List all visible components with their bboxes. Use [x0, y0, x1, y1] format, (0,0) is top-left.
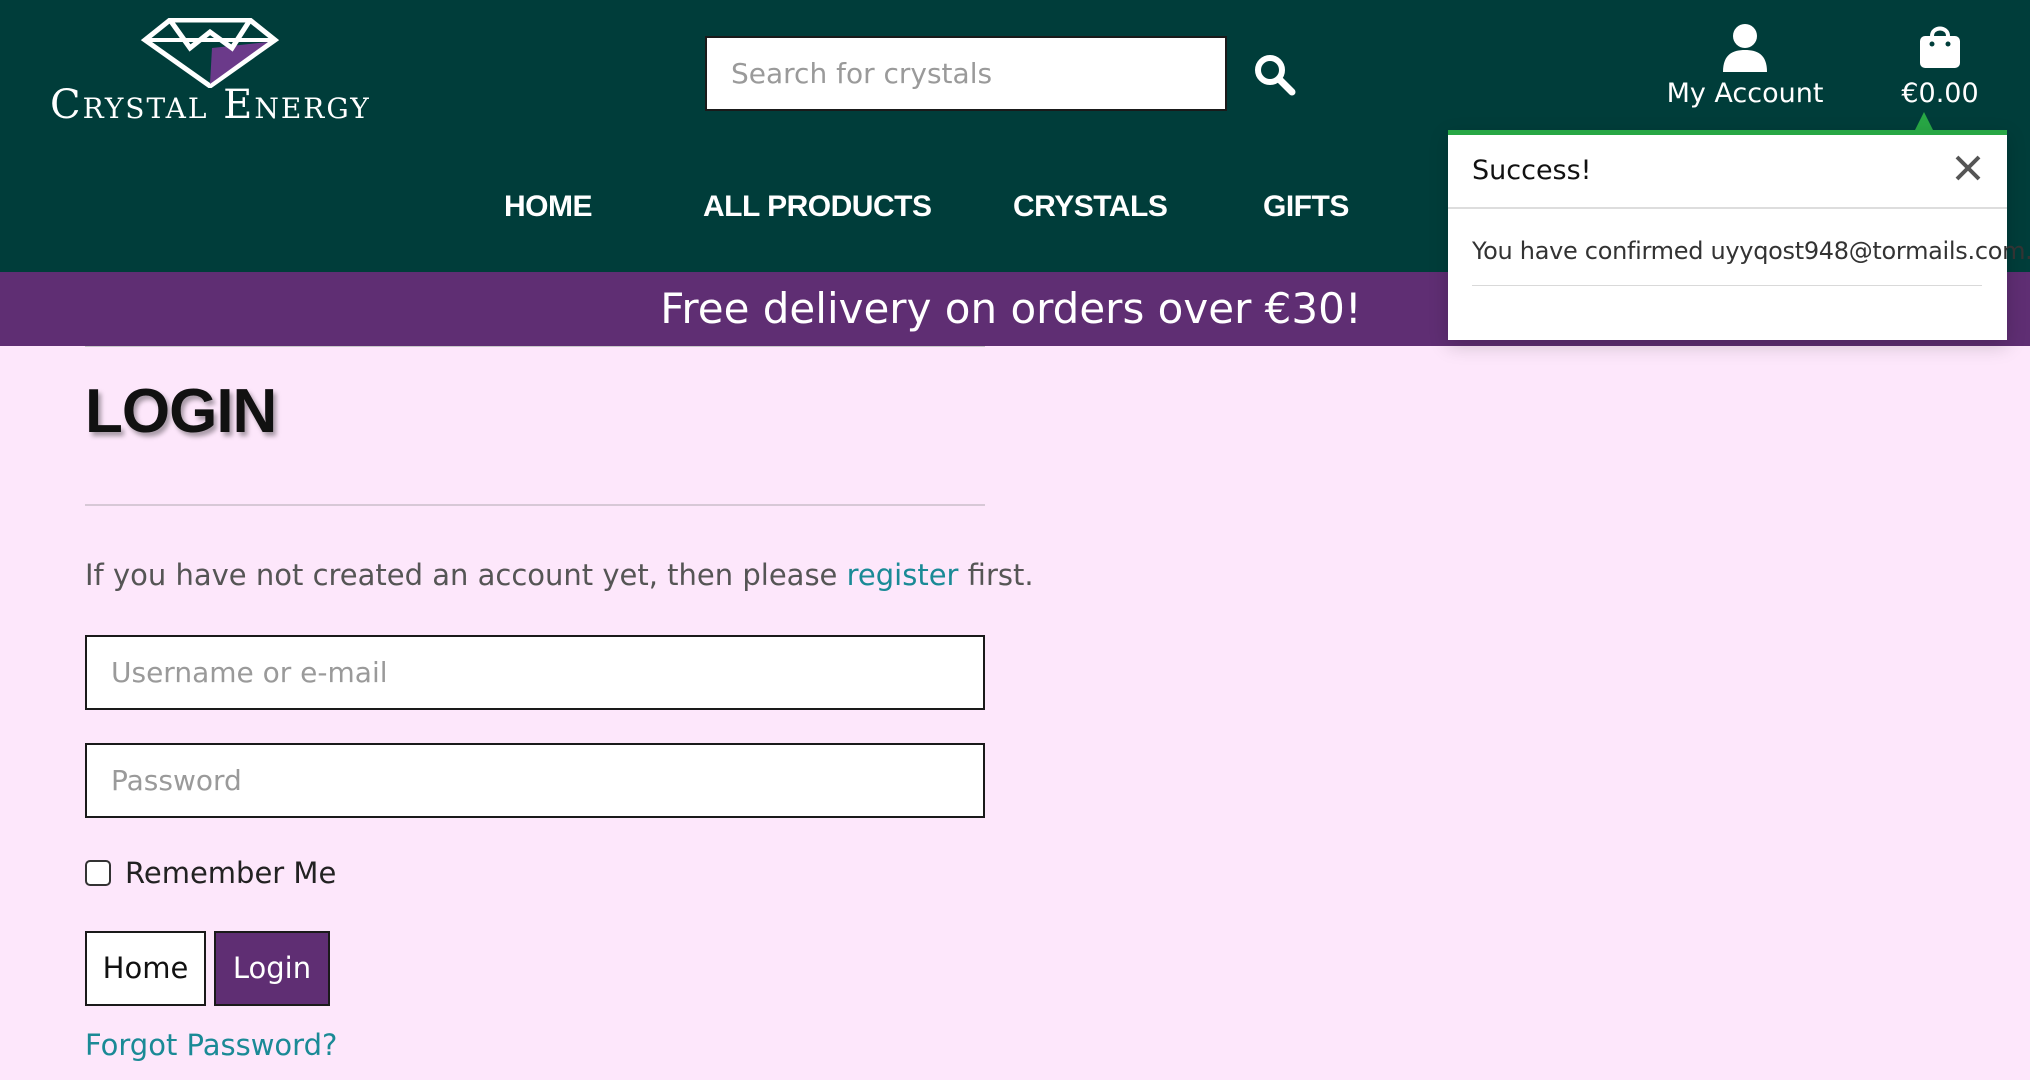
home-button[interactable]: Home: [85, 931, 206, 1006]
nav-item-all-products[interactable]: ALL PRODUCTS: [703, 190, 932, 224]
toast-pointer: [1915, 112, 1933, 130]
register-link[interactable]: register: [847, 558, 959, 592]
toast-divider: [1448, 207, 2007, 209]
login-button[interactable]: Login: [214, 931, 330, 1006]
login-intro: If you have not created an account yet, …: [85, 558, 1034, 592]
search-input[interactable]: [705, 36, 1227, 111]
success-toast: Success! You have confirmed uyyqost948@t…: [1448, 130, 2030, 340]
nav-item-crystals[interactable]: CRYSTALS: [1013, 190, 1168, 224]
close-icon[interactable]: [1951, 151, 1985, 185]
bag-total: €0.00: [1901, 78, 1979, 109]
forgot-password-link[interactable]: Forgot Password?: [85, 1028, 337, 1062]
shopping-bag-link[interactable]: €0.00: [1880, 22, 2000, 122]
username-field[interactable]: [85, 635, 985, 710]
content-top-divider: [85, 346, 985, 347]
search-icon[interactable]: [1250, 50, 1300, 100]
toast-message: You have confirmed uyyqost948@tormails.c…: [1472, 237, 2030, 265]
remember-me-checkbox[interactable]: [85, 860, 111, 886]
remember-me-label[interactable]: Remember Me: [125, 856, 336, 890]
shopping-bag-icon: [1920, 26, 1960, 68]
brand-logo[interactable]: Crystal Energy: [50, 18, 380, 130]
intro-text-after: first.: [958, 558, 1034, 592]
account-label: My Account: [1666, 78, 1824, 109]
nav-item-gifts[interactable]: GIFTS: [1263, 190, 1349, 224]
nav-item-home[interactable]: HOME: [504, 190, 593, 224]
intro-text-before: If you have not created an account yet, …: [85, 558, 847, 592]
brand-name: Crystal Energy: [50, 82, 371, 128]
password-field[interactable]: [85, 743, 985, 818]
my-account-link[interactable]: My Account: [1660, 22, 1830, 122]
toast-message-divider: [1472, 285, 1982, 286]
title-divider: [85, 504, 985, 506]
user-icon: [1723, 24, 1767, 72]
page-title: LOGIN: [85, 377, 277, 446]
toast-title: Success!: [1472, 155, 1592, 186]
gem-logo-icon: [140, 18, 280, 88]
